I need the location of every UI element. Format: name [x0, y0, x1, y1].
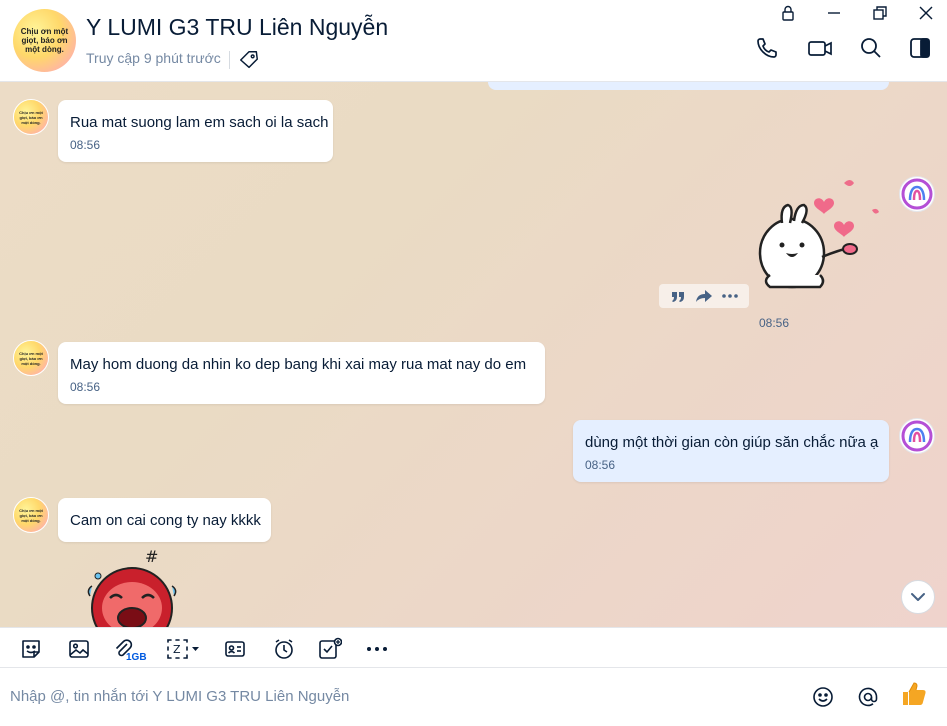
message-text: Cam on cai cong ty nay kkkk	[70, 512, 261, 529]
last-seen-status: Truy cập 9 phút trước	[86, 50, 221, 66]
video-icon[interactable]	[806, 34, 834, 62]
mention-icon[interactable]	[855, 684, 881, 710]
sidebar-toggle-icon[interactable]	[906, 34, 934, 62]
message-bubble[interactable]: Rua mat suong lam em sach oi la sach 08:…	[58, 100, 333, 162]
screenshot-icon[interactable]: Z	[166, 637, 202, 661]
forward-icon[interactable]	[695, 287, 713, 305]
message-bubble-partial[interactable]	[488, 82, 889, 90]
more-icon[interactable]	[365, 637, 389, 661]
message-time: 08:56	[70, 138, 101, 152]
message-composer	[0, 668, 947, 726]
avatar-text: Chịu ơn một giọt, báo ơn một dòng.	[20, 27, 69, 54]
sender-avatar[interactable]: Chịu ơn một giọt, báo ơn một dòng.	[13, 99, 49, 135]
contact-name[interactable]: Y LUMI G3 TRU Liên Nguyễn	[86, 14, 388, 41]
avatar-text: Chịu ơn một giọt, báo ơn một dòng.	[19, 350, 43, 366]
chat-header: Chịu ơn một giọt, báo ơn một dòng. Y LUM…	[0, 0, 947, 82]
emoji-icon[interactable]	[810, 684, 836, 710]
scroll-to-bottom-button[interactable]	[901, 580, 935, 614]
message-time: 08:56	[585, 458, 616, 472]
contact-card-icon[interactable]	[223, 637, 247, 661]
search-icon[interactable]	[857, 34, 885, 62]
logo-icon	[901, 178, 933, 210]
message-time: 08:56	[70, 380, 101, 394]
contact-avatar[interactable]: Chịu ơn một giọt, báo ơn một dòng.	[13, 9, 76, 72]
message-text: May hom duong da nhin ko dep bang khi xa…	[70, 356, 527, 373]
my-avatar[interactable]	[899, 176, 935, 212]
close-icon[interactable]	[917, 4, 935, 22]
message-list[interactable]: Chịu ơn một giọt, báo ơn một dòng. Rua m…	[0, 82, 947, 627]
message-bubble[interactable]: Cam on cai cong ty nay kkkk	[58, 498, 271, 542]
avatar-text: Chịu ơn một giọt, báo ơn một dòng.	[19, 507, 43, 523]
quote-icon[interactable]	[669, 287, 687, 305]
message-bubble[interactable]: May hom duong da nhin ko dep bang khi xa…	[58, 342, 545, 404]
avatar-text: Chịu ơn một giọt, báo ơn một dòng.	[19, 109, 43, 125]
phone-icon[interactable]	[753, 34, 781, 62]
message-time: 08:56	[759, 316, 790, 330]
task-icon[interactable]	[318, 637, 342, 661]
svg-text:#: #	[145, 547, 158, 566]
message-quick-actions	[659, 284, 749, 308]
crying-sticker[interactable]: #	[80, 546, 190, 627]
message-text: dùng một thời gian còn giúp săn chắc nữa…	[585, 434, 879, 451]
logo-icon	[901, 420, 933, 452]
sender-avatar[interactable]: Chịu ơn một giọt, báo ơn một dòng.	[13, 497, 49, 533]
thumbs-up-icon[interactable]	[900, 680, 928, 708]
sticker-icon[interactable]	[19, 637, 43, 661]
restore-icon[interactable]	[871, 4, 889, 22]
minimize-icon[interactable]	[825, 4, 843, 22]
more-icon[interactable]	[721, 287, 739, 305]
message-input[interactable]	[10, 688, 790, 705]
sender-avatar[interactable]: Chịu ơn một giọt, báo ơn một dòng.	[13, 340, 49, 376]
image-icon[interactable]	[67, 637, 91, 661]
bunny-sticker[interactable]	[752, 175, 887, 305]
svg-text:Z: Z	[173, 643, 181, 656]
composer-toolbar: 1GB Z	[0, 627, 947, 668]
message-bubble[interactable]: dùng một thời gian còn giúp săn chắc nữa…	[573, 420, 889, 482]
lock-icon[interactable]	[779, 4, 797, 22]
divider	[229, 51, 230, 69]
attachment-quota-badge: 1GB	[126, 652, 147, 663]
my-avatar[interactable]	[899, 418, 935, 454]
tag-icon[interactable]	[238, 49, 260, 71]
chevron-down-icon	[911, 593, 925, 601]
message-text: Rua mat suong lam em sach oi la sach	[70, 114, 329, 131]
reminder-icon[interactable]	[272, 637, 296, 661]
